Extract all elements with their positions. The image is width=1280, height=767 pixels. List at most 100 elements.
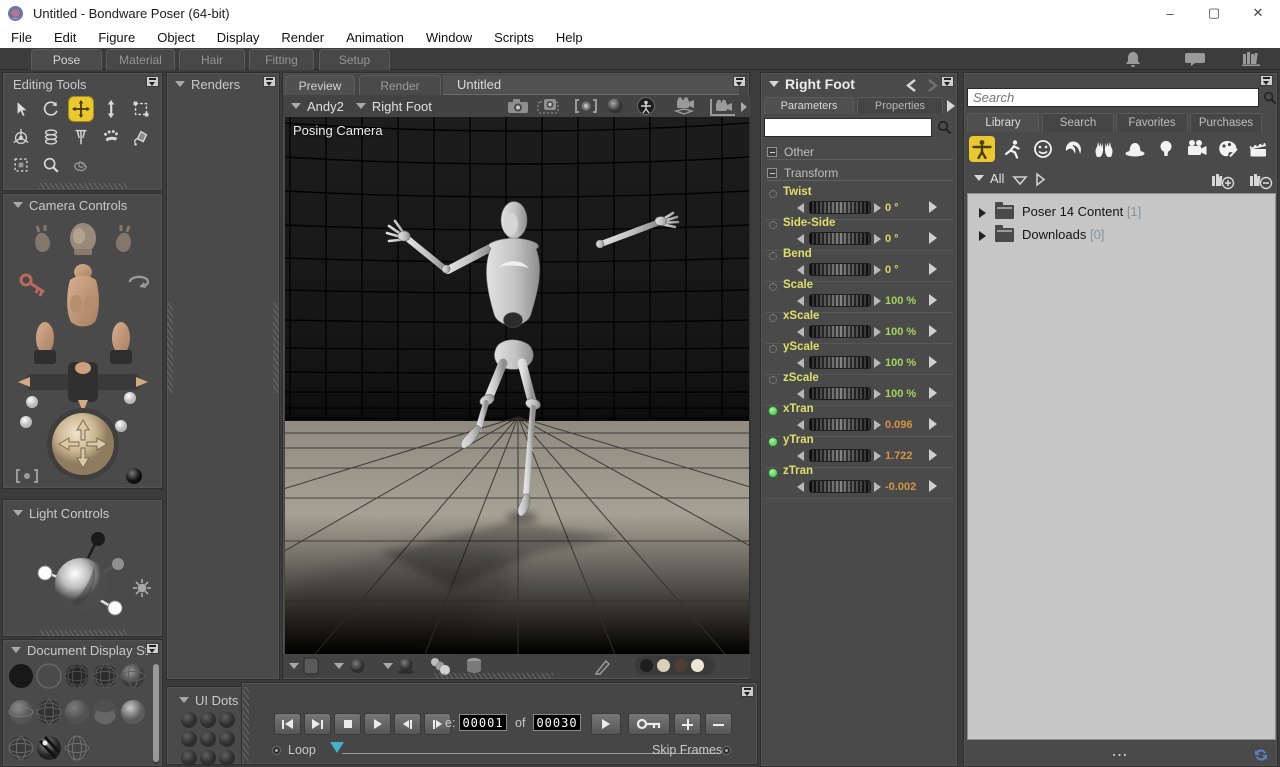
room-tab-pose[interactable]: Pose	[31, 49, 102, 70]
magnifier-tool-icon[interactable]	[39, 153, 63, 177]
ui-dots-collapse-arrow[interactable]	[179, 697, 189, 703]
total-frames-field[interactable]: 00030	[533, 714, 581, 731]
library-refresh-icon[interactable]	[1253, 747, 1269, 763]
keyframe-indicator[interactable]	[769, 190, 777, 198]
dial-decrement-arrow[interactable]	[797, 420, 804, 430]
menu-scripts[interactable]: Scripts	[483, 26, 545, 48]
menu-edit[interactable]: Edit	[43, 26, 87, 48]
room-tab-hair[interactable]: Hair	[179, 49, 245, 70]
keyframe-indicator[interactable]	[769, 314, 777, 322]
ground-color-swatch[interactable]	[691, 659, 704, 672]
parameter-label[interactable]: Twist	[783, 186, 812, 198]
parameter-dial[interactable]	[809, 263, 871, 276]
editing-tools-collapse-button[interactable]	[146, 76, 159, 87]
tab-parameters[interactable]: Parameters	[764, 97, 854, 114]
keyframe-indicator-keyed[interactable]	[768, 437, 778, 447]
category-lights-icon[interactable]	[1153, 136, 1179, 162]
room-tab-material[interactable]: Material	[106, 49, 175, 70]
parameter-menu-arrow[interactable]	[929, 263, 937, 275]
tab-purchases[interactable]: Purchases	[1190, 113, 1262, 132]
collapse-section-icon[interactable]	[767, 147, 777, 157]
keyframe-indicator-keyed[interactable]	[768, 406, 778, 416]
keyframe-indicator[interactable]	[769, 376, 777, 384]
dial-increment-arrow[interactable]	[874, 265, 881, 275]
library-item-poser-14-content[interactable]: Poser 14 Content [1]	[968, 202, 1275, 224]
category-hands-icon[interactable]	[1091, 136, 1117, 162]
tab-render[interactable]: Render	[359, 75, 441, 95]
parameter-value[interactable]: 100 %	[885, 295, 916, 307]
parameter-dial[interactable]	[809, 480, 871, 493]
parameter-value[interactable]: -0.002	[885, 481, 916, 493]
parameter-dial[interactable]	[809, 294, 871, 307]
parameter-dial[interactable]	[809, 201, 871, 214]
category-hair-icon[interactable]	[1060, 136, 1086, 162]
menu-display[interactable]: Display	[206, 26, 271, 48]
panel-resize-handle[interactable]	[39, 630, 127, 636]
display-style-scrollbar[interactable]	[153, 664, 159, 764]
aux-camera-icon[interactable]	[669, 97, 699, 117]
dial-increment-arrow[interactable]	[874, 420, 881, 430]
go-to-end-button[interactable]	[304, 713, 331, 735]
parameter-menu-arrow[interactable]	[929, 232, 937, 244]
scale-tool-icon[interactable]	[129, 97, 153, 121]
parameter-label[interactable]: xScale	[783, 310, 819, 322]
expand-triangle-icon[interactable]	[979, 208, 986, 218]
foreground-color-swatch[interactable]	[640, 659, 653, 672]
step-back-button[interactable]	[394, 713, 421, 735]
category-figures-icon[interactable]	[969, 136, 995, 162]
close-button[interactable]: ✕	[1236, 0, 1280, 26]
keyframe-indicator[interactable]	[769, 345, 777, 353]
camera-orbit-icon[interactable]	[573, 97, 599, 115]
camera-dolly-icon[interactable]	[535, 97, 561, 115]
category-cameras-icon[interactable]	[1184, 136, 1210, 162]
parameter-search-icon[interactable]	[937, 120, 952, 135]
category-scenes-icon[interactable]	[1245, 136, 1271, 162]
dial-increment-arrow[interactable]	[874, 358, 881, 368]
parameter-menu-arrow[interactable]	[929, 449, 937, 461]
parameter-value[interactable]: 100 %	[885, 326, 916, 338]
section-other[interactable]: Other	[767, 145, 814, 159]
translate-tool-icon[interactable]	[69, 97, 93, 121]
camera-controls-graphic[interactable]	[8, 216, 158, 484]
document-resize-handle[interactable]	[433, 673, 553, 679]
parameter-dial[interactable]	[809, 356, 871, 369]
translate-in-out-tool-icon[interactable]	[99, 97, 123, 121]
chat-bubble-icon[interactable]	[1184, 51, 1206, 67]
document-style-dropdown-arrow[interactable]	[289, 663, 299, 669]
keyframe-indicator[interactable]	[769, 221, 777, 229]
dial-increment-arrow[interactable]	[874, 451, 881, 461]
camera-list-next-arrow[interactable]	[741, 102, 747, 112]
dial-increment-arrow[interactable]	[874, 482, 881, 492]
content-library-icon[interactable]	[1240, 51, 1262, 67]
light-controls-graphic[interactable]	[8, 526, 158, 632]
morph-tool-icon[interactable]	[99, 125, 123, 149]
tab-favorites[interactable]: Favorites	[1116, 113, 1188, 132]
library-expand-icon[interactable]	[1034, 172, 1046, 187]
element-style-icon[interactable]	[397, 657, 415, 675]
parameter-label[interactable]: Side-Side	[783, 217, 835, 229]
renders-collapse-arrow[interactable]	[175, 81, 185, 87]
keyframe-indicator[interactable]	[769, 283, 777, 291]
category-props-icon[interactable]	[1122, 136, 1148, 162]
parameter-value[interactable]: 0 °	[885, 202, 899, 214]
dial-decrement-arrow[interactable]	[797, 296, 804, 306]
panel-resize-handle[interactable]	[167, 303, 173, 393]
parameter-value[interactable]: 100 %	[885, 388, 916, 400]
minimize-button[interactable]: –	[1148, 0, 1192, 26]
parameter-label[interactable]: yTran	[783, 434, 814, 446]
dial-decrement-arrow[interactable]	[797, 234, 804, 244]
cursor-tool-icon[interactable]	[9, 97, 33, 121]
menu-figure[interactable]: Figure	[87, 26, 146, 48]
expand-triangle-icon[interactable]	[979, 231, 986, 241]
go-to-start-button[interactable]	[274, 713, 301, 735]
category-expressions-icon[interactable]	[1030, 136, 1056, 162]
camera-controls-collapse-arrow[interactable]	[13, 202, 23, 208]
menu-window[interactable]: Window	[415, 26, 483, 48]
panel-resize-handle[interactable]	[39, 183, 127, 189]
parameter-value[interactable]: 1.722	[885, 450, 913, 462]
remove-keyframe-button[interactable]	[705, 713, 732, 735]
parameter-dial[interactable]	[809, 418, 871, 431]
camera-still-icon[interactable]	[505, 97, 531, 115]
parameter-filter-input[interactable]	[764, 118, 932, 137]
tab-overflow-arrow[interactable]	[947, 100, 955, 112]
